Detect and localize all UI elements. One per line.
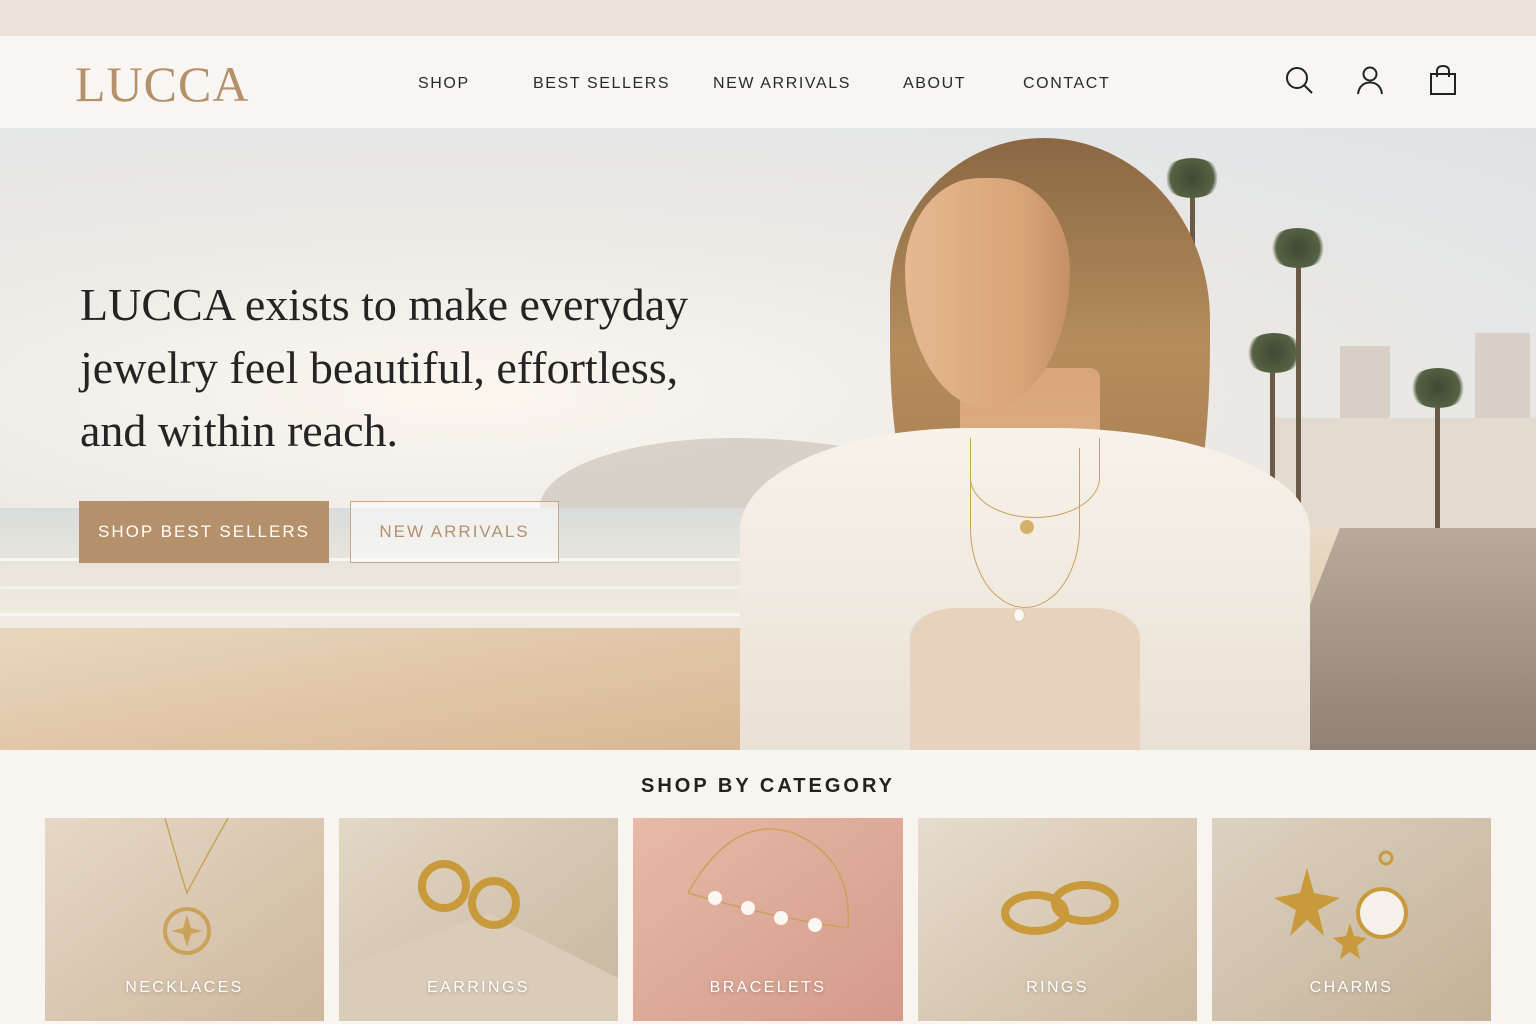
nav-item-shop[interactable]: SHOP bbox=[418, 74, 470, 94]
shop-by-category-title: SHOP BY CATEGORY bbox=[641, 775, 895, 797]
site-header: LUCCA SHOP BEST SELLERS NEW ARRIVALS ABO… bbox=[0, 36, 1536, 128]
account-icon[interactable] bbox=[1354, 64, 1386, 96]
category-label: BRACELETS bbox=[709, 979, 827, 996]
necklace-chain bbox=[970, 448, 1080, 608]
category-card-charms[interactable]: CHARMS bbox=[1212, 818, 1491, 1021]
nav-item-contact[interactable]: CONTACT bbox=[1023, 74, 1110, 94]
hero-model bbox=[740, 138, 1320, 750]
shopping-bag-icon[interactable] bbox=[1427, 64, 1459, 96]
category-card-necklaces[interactable]: NECKLACES bbox=[45, 818, 324, 1021]
category-card-bracelets[interactable]: BRACELETS bbox=[633, 818, 903, 1021]
category-label: RINGS bbox=[1026, 979, 1089, 996]
hero-headline: LUCCA exists to make everyday jewelry fe… bbox=[80, 279, 689, 456]
category-label: EARRINGS bbox=[427, 979, 530, 996]
hero-banner: LUCCA exists to make everyday jewelry fe… bbox=[0, 128, 1536, 750]
palm-tree bbox=[1408, 368, 1468, 408]
promo-bar bbox=[0, 0, 1536, 36]
nav-item-about[interactable]: ABOUT bbox=[903, 74, 966, 94]
pearl-pendant bbox=[1013, 608, 1025, 622]
nav-item-best-sellers[interactable]: BEST SELLERS bbox=[533, 74, 670, 94]
category-label: NECKLACES bbox=[125, 979, 244, 996]
search-icon[interactable] bbox=[1283, 64, 1315, 96]
hero-copy: LUCCA exists to make everyday jewelry fe… bbox=[80, 273, 720, 462]
main-nav: SHOP BEST SELLERS NEW ARRIVALS ABOUT CON… bbox=[0, 36, 1536, 128]
nav-item-new-arrivals[interactable]: NEW ARRIVALS bbox=[713, 74, 851, 94]
category-label: CHARMS bbox=[1309, 979, 1394, 996]
category-card-rings[interactable]: RINGS bbox=[918, 818, 1197, 1021]
shop-best-sellers-button[interactable]: SHOP BEST SELLERS bbox=[79, 501, 329, 563]
category-card-earrings[interactable]: EARRINGS bbox=[339, 818, 618, 1021]
new-arrivals-button[interactable]: NEW ARRIVALS bbox=[350, 501, 559, 563]
